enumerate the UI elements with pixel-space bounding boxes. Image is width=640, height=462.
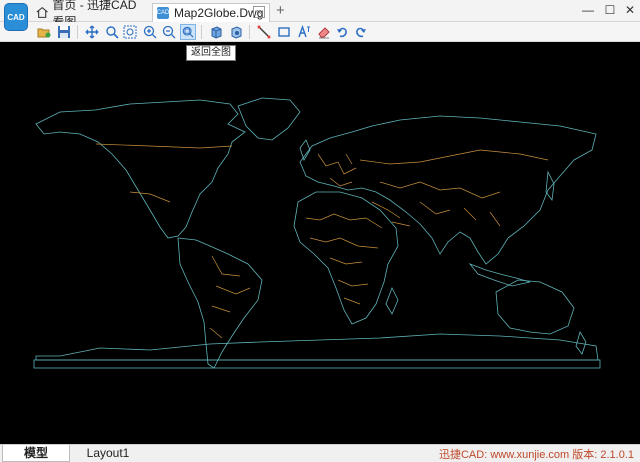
save-icon (58, 26, 70, 38)
antarctica-outline (35, 333, 599, 361)
africa-borders (305, 213, 383, 305)
usa-mexico-border (129, 191, 171, 203)
zoom-window-button[interactable] (104, 24, 120, 40)
open-file-button[interactable] (36, 24, 52, 40)
3d-box-button[interactable] (208, 24, 224, 40)
save-button[interactable] (56, 24, 72, 40)
zoom-select-button[interactable] (122, 24, 138, 40)
line-button[interactable] (256, 24, 272, 40)
indonesia-outline (468, 263, 531, 287)
tooltip-zoom-extents: 返回全图 (186, 45, 236, 61)
toolbar (0, 22, 640, 42)
3d-view-icon (231, 26, 242, 39)
europe-borders (317, 153, 357, 187)
zoom-select-icon (123, 25, 137, 39)
open-folder-icon (37, 28, 51, 38)
coastlines (33, 97, 601, 369)
south-america-outline (177, 237, 263, 369)
toolbar-separator (201, 25, 202, 39)
drawing-canvas[interactable] (0, 42, 640, 444)
tab-map2globe[interactable]: CAD Map2Globe.Dwg × (152, 3, 270, 22)
3d-view-button[interactable] (228, 24, 244, 40)
pan-button[interactable] (84, 24, 100, 40)
toolbar-separator (249, 25, 250, 39)
greenland-outline (237, 97, 301, 141)
africa-outline (293, 191, 399, 325)
zoom-in-button[interactable] (142, 24, 158, 40)
text-icon (298, 25, 310, 38)
minimize-button[interactable]: — (580, 3, 596, 19)
eurasia-outline (299, 115, 597, 265)
tab-doc-label: Map2Globe.Dwg (174, 6, 264, 20)
undo-button[interactable] (334, 24, 350, 40)
undo-icon (337, 27, 347, 38)
app-logo-text: CAD (7, 12, 25, 22)
status-bar: 模型 Layout1 迅捷CAD: www.xunjie.com 版本: 2.1… (0, 444, 640, 462)
close-window-button[interactable]: ✕ (622, 3, 638, 19)
status-version-text: 迅捷CAD: www.xunjie.com 版本: 2.1.0.1 (438, 449, 634, 461)
rectangle-button[interactable] (276, 24, 292, 40)
tab-close-button[interactable]: × (253, 6, 265, 18)
zoom-extents-button[interactable] (180, 24, 196, 40)
eraser-button[interactable] (316, 24, 332, 40)
redo-icon (356, 27, 366, 38)
country-borders (95, 143, 549, 339)
antarctica-base-frame (33, 359, 601, 369)
madagascar-outline (385, 287, 399, 315)
home-icon (36, 6, 48, 18)
usa-canada-border (95, 143, 233, 149)
australia-outline (495, 279, 575, 335)
zoom-extents-icon (182, 26, 194, 38)
zoom-in-icon (143, 25, 157, 39)
dwg-file-icon: CAD (157, 7, 169, 19)
layout-tab-model[interactable]: 模型 (2, 445, 70, 462)
asia-borders (379, 181, 501, 227)
line-icon (257, 25, 271, 39)
cube-icon (211, 26, 222, 39)
russia-border (359, 149, 549, 165)
north-america-outline (35, 99, 246, 239)
world-map-drawing (33, 97, 601, 369)
pan-arrows-icon (85, 25, 99, 39)
zoom-window-icon (106, 26, 119, 39)
south-america-borders (209, 255, 251, 339)
redo-button[interactable] (353, 24, 369, 40)
eraser-icon (318, 27, 330, 39)
maximize-button[interactable]: ☐ (602, 3, 618, 19)
new-tab-button[interactable]: + (276, 2, 285, 19)
zoom-out-button[interactable] (161, 24, 177, 40)
title-bar: CAD 首页 - 迅捷CAD看图 CAD Map2Globe.Dwg × + —… (0, 0, 640, 31)
toolbar-separator (77, 25, 78, 39)
text-button[interactable] (296, 24, 312, 40)
layout-tab-layout1[interactable]: Layout1 (76, 445, 140, 462)
app-logo-icon: CAD (4, 3, 28, 31)
tab-home[interactable]: 首页 - 迅捷CAD看图 (36, 0, 148, 29)
zoom-out-icon (162, 25, 176, 39)
rectangle-icon (278, 27, 290, 37)
japan-outline (545, 170, 555, 202)
